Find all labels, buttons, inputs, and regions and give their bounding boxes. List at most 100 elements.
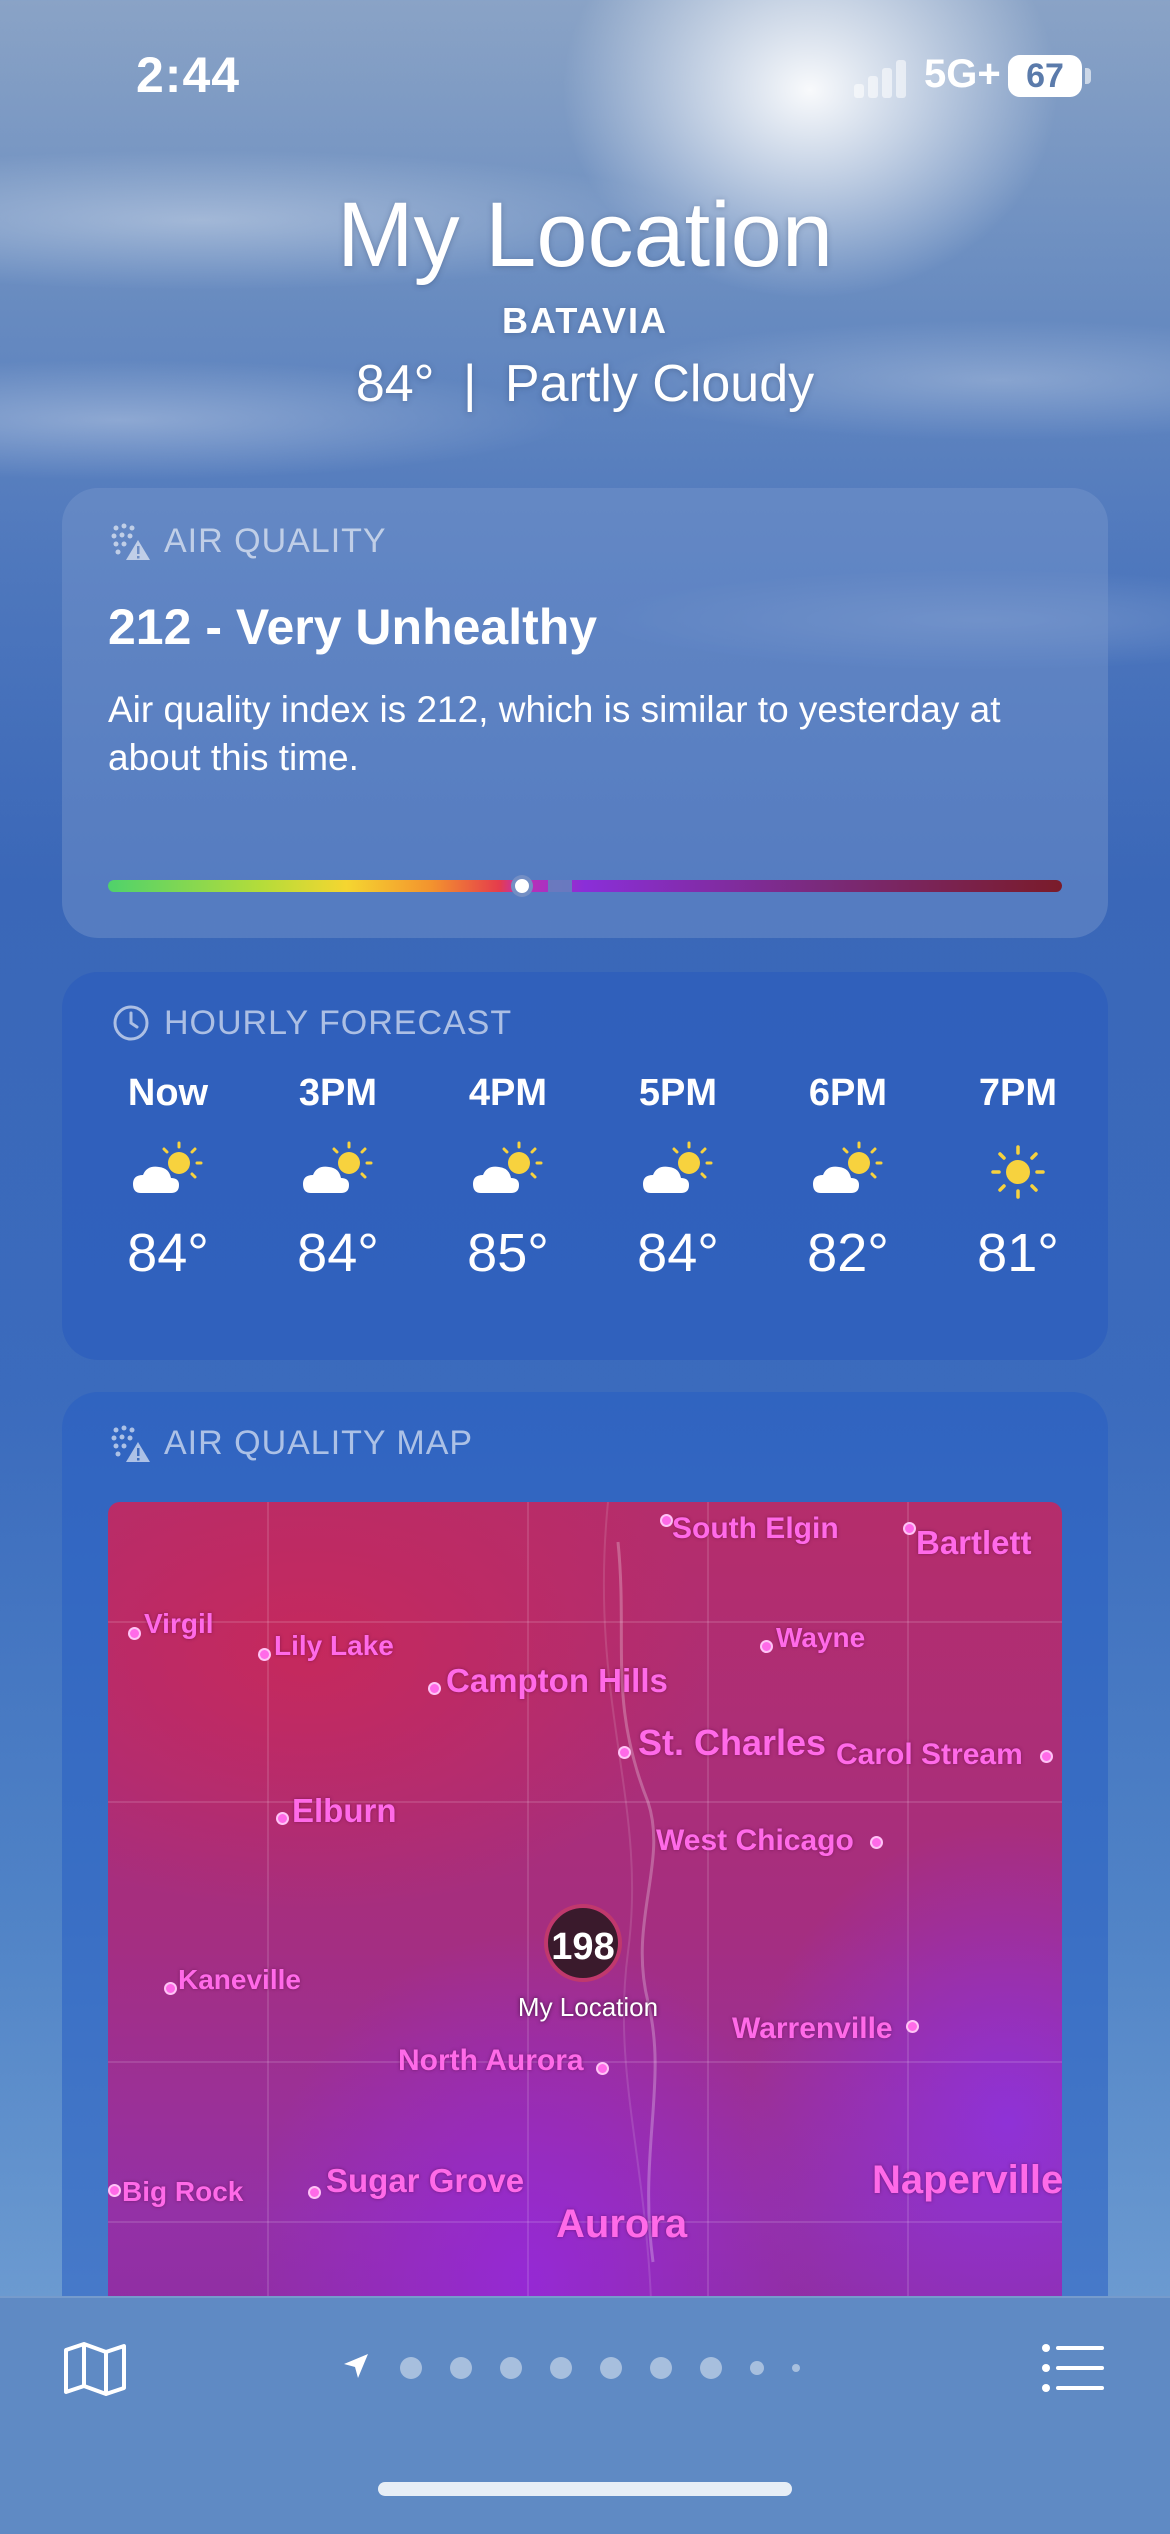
page-dot <box>450 2357 472 2379</box>
map-place: Big Rock <box>122 2176 244 2207</box>
map-place: West Chicago <box>656 1824 854 1857</box>
hour-temp: 85° <box>467 1223 549 1283</box>
map-place: Elburn <box>292 1792 397 1829</box>
air-quality-label-text: AIR QUALITY <box>164 521 387 560</box>
hour-temp: 84° <box>637 1223 719 1283</box>
map-marker <box>618 1746 631 1759</box>
map-marker <box>308 2186 321 2199</box>
page-dot <box>650 2357 672 2379</box>
map-place: Naperville <box>872 2158 1062 2202</box>
partly-cloudy-icon <box>88 1122 248 1222</box>
aq-scale-gap <box>548 880 572 892</box>
map-place: Virgil <box>144 1608 214 1639</box>
map-marker <box>870 1836 883 1849</box>
air-quality-map-label: AIR QUALITY MAP <box>108 1420 473 1466</box>
hour-temp: 82° <box>807 1223 889 1283</box>
aq-value: 212 - Very Unhealthy <box>108 599 598 655</box>
hour-time: 6PM <box>808 1072 888 1114</box>
map-marker <box>428 1682 441 1695</box>
hour-temp: 84° <box>127 1223 209 1283</box>
map-marker <box>108 2184 121 2197</box>
map-marker <box>903 1522 916 1535</box>
hour-time: 7PM <box>978 1072 1058 1114</box>
page-indicator[interactable] <box>340 2348 800 2388</box>
hour-item: 5PM 84° <box>598 1072 758 1284</box>
bottom-toolbar <box>0 2296 1170 2534</box>
home-indicator[interactable] <box>378 2482 792 2496</box>
hourly-forecast-card[interactable]: HOURLY FORECAST Now 84° 3PM 84° 4PM 85° … <box>62 972 1108 1360</box>
current-condition: Partly Cloudy <box>504 355 815 413</box>
map-place: South Elgin <box>672 1512 839 1545</box>
map-marker <box>276 1812 289 1825</box>
partly-cloudy-icon <box>598 1122 758 1222</box>
current-temp: 84° <box>355 355 435 413</box>
aqi-location-pin[interactable]: 198 <box>544 1904 622 1982</box>
hour-item: Now 84° <box>88 1072 248 1284</box>
conditions-separator: | <box>462 355 477 413</box>
current-conditions: 84° | Partly Cloudy <box>0 354 1170 414</box>
air-quality-label: AIR QUALITY <box>108 518 387 564</box>
status-time: 2:44 <box>136 47 241 103</box>
page-dot <box>700 2357 722 2379</box>
map-icon[interactable] <box>60 2338 130 2398</box>
page-dot <box>600 2357 622 2379</box>
map-place: Wayne <box>776 1622 866 1653</box>
page-dot <box>400 2357 422 2379</box>
partly-cloudy-icon <box>768 1122 928 1222</box>
map-marker <box>906 2020 919 2033</box>
hour-item: 4PM 85° <box>428 1072 588 1284</box>
city-name: BATAVIA <box>502 300 668 341</box>
map-place: Bartlett <box>916 1524 1032 1561</box>
air-quality-icon <box>111 1425 150 1462</box>
sun-icon <box>938 1122 1098 1222</box>
hourly-forecast-label: HOURLY FORECAST <box>108 1000 512 1046</box>
air-quality-map-label-text: AIR QUALITY MAP <box>164 1423 474 1462</box>
map-place: St. Charles <box>638 1722 827 1763</box>
partly-cloudy-icon <box>258 1122 418 1222</box>
hour-temp: 81° <box>977 1223 1059 1283</box>
air-quality-icon <box>111 523 150 560</box>
map-place: Warrenville <box>732 2012 893 2045</box>
aq-indicator <box>511 875 533 897</box>
aqi-pin-label: My Location <box>517 1992 659 2022</box>
map-place: Carol Stream <box>836 1738 1023 1771</box>
map-marker <box>1040 1750 1053 1763</box>
map-marker <box>596 2062 609 2075</box>
hour-item: 6PM 82° <box>768 1072 928 1284</box>
location-title: My Location <box>336 184 834 286</box>
map-place: Kaneville <box>178 1964 301 1995</box>
map-marker <box>128 1627 141 1640</box>
map-marker <box>258 1648 271 1661</box>
battery-tip <box>1085 68 1091 84</box>
list-icon[interactable] <box>1040 2340 1106 2396</box>
page-dot <box>500 2357 522 2379</box>
map-place: Campton Hills <box>446 1662 668 1699</box>
hour-temp: 84° <box>297 1223 379 1283</box>
aq-scale-bar <box>108 875 1062 897</box>
partly-cloudy-icon <box>428 1122 588 1222</box>
map-marker <box>760 1640 773 1653</box>
map-place: Aurora <box>556 2202 688 2246</box>
location-header: My Location BATAVIA 84° | Partly Cloudy <box>0 180 1170 414</box>
hour-time: 5PM <box>638 1072 718 1114</box>
signal-icon <box>854 58 914 98</box>
hour-time: 3PM <box>298 1072 378 1114</box>
air-quality-card[interactable]: AIR QUALITY 212 - Very Unhealthy Air qua… <box>62 488 1108 938</box>
aq-description: Air quality index is 212, which is simil… <box>108 689 1001 778</box>
map-marker <box>164 1982 177 1995</box>
hour-item: 7PM 81° <box>938 1072 1098 1284</box>
map-place: Sugar Grove <box>326 2162 525 2199</box>
page-dot <box>792 2364 800 2372</box>
hour-time: Now <box>127 1072 209 1114</box>
hour-time: 4PM <box>468 1072 548 1114</box>
network-type: 5G+ <box>924 52 1001 96</box>
location-arrow-icon <box>340 2350 372 2387</box>
page-dot <box>750 2361 764 2375</box>
hour-item: 3PM 84° <box>258 1072 418 1284</box>
page-dot <box>550 2357 572 2379</box>
map-place: North Aurora <box>398 2044 584 2077</box>
status-bar: 2:44 5G+ 67 <box>0 0 1170 150</box>
clock-icon <box>113 1005 149 1041</box>
air-quality-map-card[interactable]: AIR QUALITY MAP South Elgin Bartlett Vir… <box>62 1392 1108 2452</box>
map-place: Lily Lake <box>274 1630 394 1661</box>
